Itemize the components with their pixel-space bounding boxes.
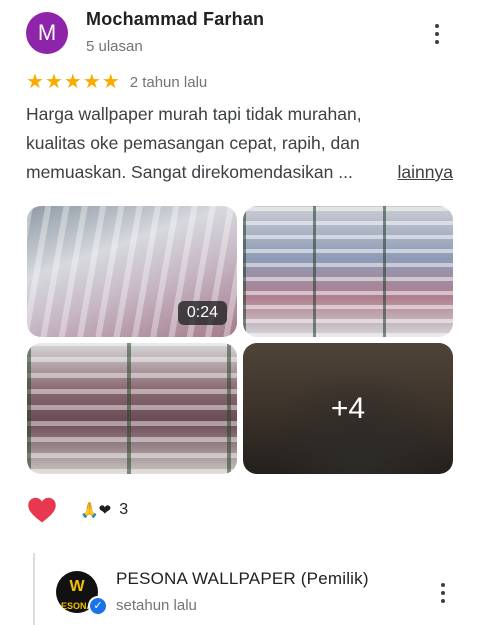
star-icon: ★ bbox=[101, 71, 120, 93]
review-more-options-button[interactable] bbox=[425, 19, 449, 49]
reaction-summary[interactable]: 🙏❤ 3 bbox=[80, 501, 128, 519]
kebab-dot-icon bbox=[435, 32, 439, 36]
review-text-line: Harga wallpaper murah tapi tidak murahan… bbox=[26, 104, 362, 124]
rating-row: ★ ★ ★ ★ ★ 2 tahun lalu bbox=[26, 72, 207, 92]
review-photo[interactable] bbox=[27, 343, 237, 474]
read-more-link[interactable]: lainnya bbox=[398, 162, 453, 183]
author-review-count: 5 ulasan bbox=[86, 38, 143, 55]
star-icon: ★ bbox=[82, 71, 101, 93]
author-name[interactable]: Mochammad Farhan bbox=[86, 9, 264, 30]
kebab-dot-icon bbox=[441, 583, 445, 587]
reply-more-options-button[interactable] bbox=[431, 578, 455, 608]
kebab-dot-icon bbox=[435, 40, 439, 44]
review-photo[interactable] bbox=[243, 206, 453, 337]
review-date: 2 tahun lalu bbox=[129, 73, 208, 91]
review-video-thumbnail[interactable]: 0:24 bbox=[27, 206, 237, 337]
star-icon: ★ bbox=[26, 71, 44, 93]
verified-check-icon: ✓ bbox=[88, 596, 108, 616]
heart-icon[interactable] bbox=[27, 496, 57, 524]
reaction-count: 3 bbox=[119, 501, 129, 518]
kebab-dot-icon bbox=[435, 24, 439, 28]
review-photo-more[interactable]: +4 bbox=[243, 343, 453, 474]
more-photos-count: +4 bbox=[243, 343, 453, 474]
review-text-line: kualitas oke pemasangan cepat, rapih, da… bbox=[26, 133, 360, 153]
kebab-dot-icon bbox=[441, 591, 445, 595]
owner-name[interactable]: PESONA WALLPAPER (Pemilik) bbox=[116, 569, 369, 589]
star-icon: ★ bbox=[63, 71, 82, 93]
star-rating: ★ ★ ★ ★ ★ bbox=[26, 72, 120, 92]
reaction-bar bbox=[27, 496, 57, 524]
reply-divider bbox=[33, 553, 35, 625]
kebab-dot-icon bbox=[441, 599, 445, 603]
owner-reply-date: setahun lalu bbox=[116, 597, 197, 614]
star-icon: ★ bbox=[44, 71, 63, 93]
video-duration-badge: 0:24 bbox=[177, 301, 227, 325]
pray-heart-emoji-icon: 🙏❤ bbox=[80, 502, 112, 519]
avatar[interactable]: M bbox=[26, 12, 68, 54]
owner-logo-mark: W bbox=[69, 578, 85, 595]
